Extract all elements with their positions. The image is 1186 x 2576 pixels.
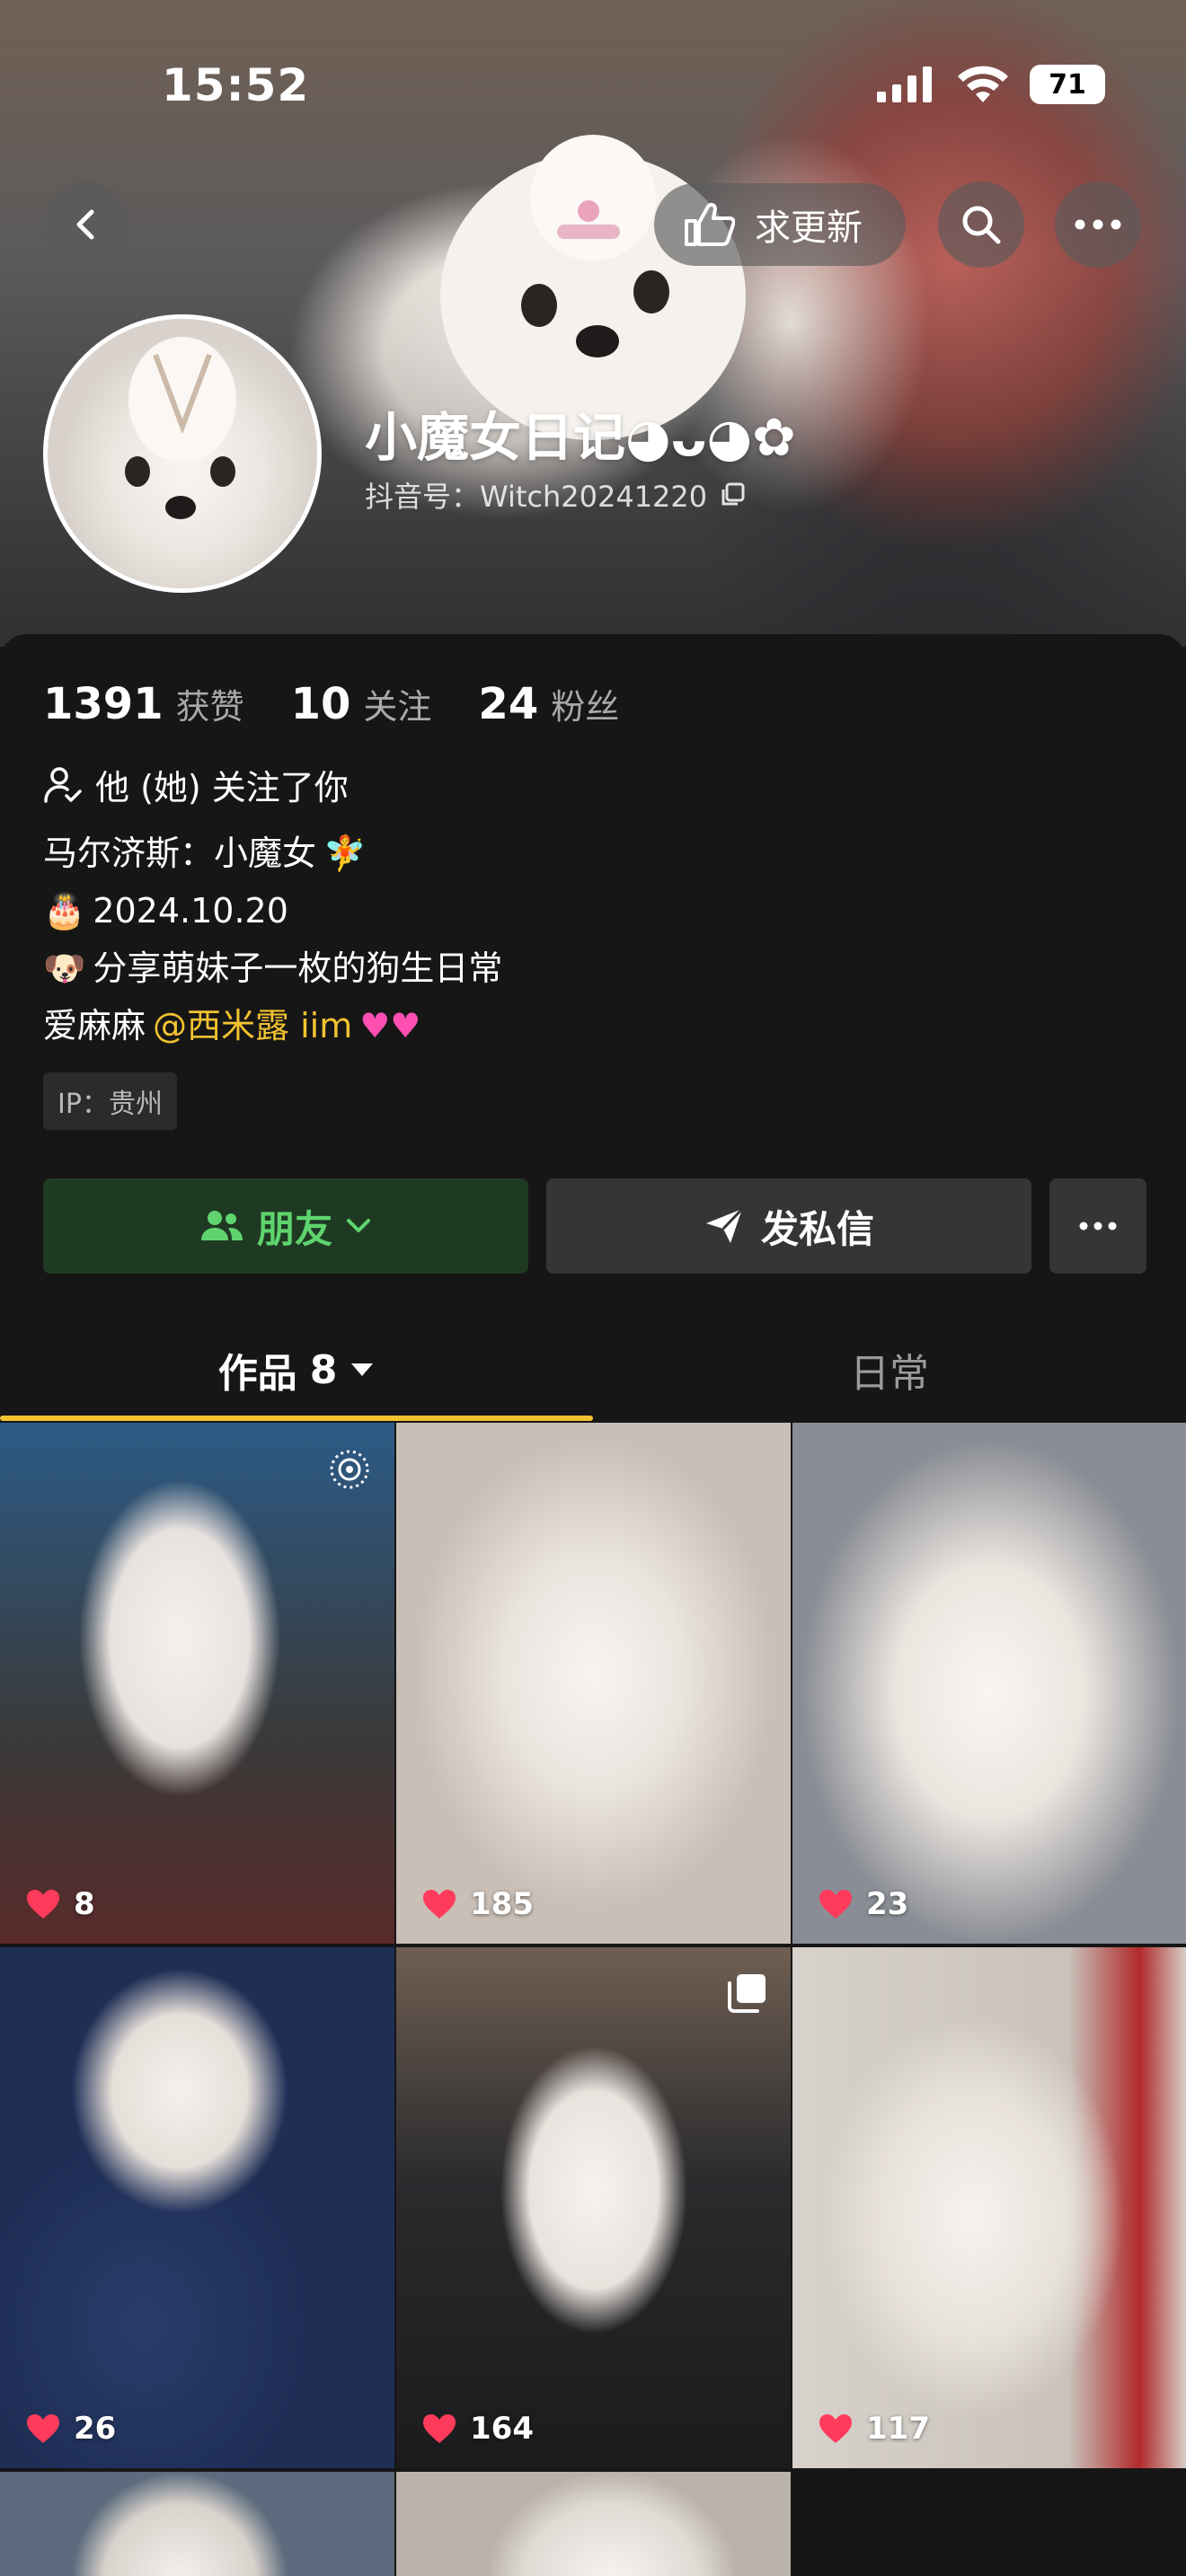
post-likes-count: 8 — [74, 1886, 95, 1922]
post-likes: 164 — [421, 2411, 534, 2447]
stat-likes-label: 获赞 — [175, 687, 244, 727]
chevron-down-icon — [347, 1219, 370, 1232]
bio-line-1: 马尔济斯：小魔女 🧚 — [43, 825, 502, 882]
post-thumbnail[interactable]: 23 — [792, 1423, 1186, 1944]
birthday-cake-emoji-icon: 🎂 — [43, 891, 86, 931]
person-check-icon — [44, 766, 82, 803]
heart-icon — [27, 1890, 59, 1919]
post-likes: 185 — [421, 1886, 534, 1922]
heart-icon — [423, 1890, 456, 1919]
more-options-button[interactable] — [1055, 181, 1141, 268]
post-likes-count: 26 — [74, 2411, 117, 2447]
post-likes-count: 164 — [470, 2411, 534, 2447]
status-time: 15:52 — [162, 59, 310, 111]
tab-daily[interactable]: 日常 — [593, 1317, 1186, 1423]
multi-image-icon — [728, 1974, 766, 2013]
post-thumbnail[interactable]: 185 — [396, 1423, 791, 1944]
tab-works-count: 8 — [309, 1346, 338, 1393]
profile-tabs: 作品 8 日常 — [0, 1317, 1186, 1423]
send-message-label: 发私信 — [760, 1206, 874, 1251]
heart-icon — [819, 2414, 852, 2443]
post-likes: 23 — [818, 1886, 908, 1922]
profile-actions: 朋友 发私信 — [43, 1178, 1146, 1274]
fairy-emoji-icon: 🧚 — [323, 834, 367, 873]
post-thumbnail[interactable]: 117 — [792, 1947, 1186, 2468]
follows-you-indicator: 他 (她) 关注了你 — [43, 760, 349, 809]
avatar-dog-image — [125, 337, 236, 519]
more-dots-icon — [1079, 1222, 1117, 1231]
back-button[interactable] — [43, 181, 129, 268]
post-likes-count: 185 — [470, 1886, 534, 1922]
heart-icon — [819, 1890, 852, 1919]
follows-you-text: 他 (她) 关注了你 — [95, 768, 349, 807]
friend-label: 朋友 — [256, 1206, 332, 1251]
profile-avatar[interactable] — [43, 314, 322, 593]
profile-sheet: 1391 获赞 10 关注 24 粉丝 他 (她) 关注了你 马尔济斯：小魔女 … — [0, 634, 1186, 2576]
paper-plane-icon — [705, 1207, 744, 1243]
search-button[interactable] — [938, 181, 1024, 268]
send-message-button[interactable]: 发私信 — [546, 1178, 1031, 1274]
pink-heart-emoji-icon: ♥♥ — [359, 1006, 421, 1045]
bio-breed: 马尔济斯：小魔女 — [43, 834, 317, 873]
post-thumbnail[interactable]: 164 — [396, 1947, 791, 2468]
profile-stats: 1391 获赞 10 关注 24 粉丝 — [43, 679, 619, 729]
status-icons: 71 — [877, 65, 1105, 104]
stat-likes[interactable]: 1391 获赞 — [43, 679, 244, 729]
friend-button[interactable]: 朋友 — [43, 1178, 528, 1274]
tab-works[interactable]: 作品 8 — [0, 1317, 593, 1423]
live-photo-icon — [330, 1450, 369, 1489]
ip-location-tag: IP：贵州 — [43, 1072, 177, 1130]
post-thumbnail[interactable] — [0, 2472, 394, 2576]
tab-works-label: 作品 — [217, 1351, 297, 1397]
profile-bio: 马尔济斯：小魔女 🧚 🎂 2024.10.20 🐶 分享萌妹子一枚的狗生日常 爱… — [43, 825, 502, 1054]
profile-nickname: 小魔女日记◕ᴗ◕✿ — [365, 407, 796, 468]
thumb-point-icon — [685, 202, 735, 246]
post-likes: 117 — [818, 2411, 930, 2447]
heart-icon — [27, 2414, 59, 2443]
post-likes-count: 117 — [866, 2411, 930, 2447]
bio-line-3: 🐶 分享萌妹子一枚的狗生日常 — [43, 940, 502, 997]
stat-following-count: 10 — [290, 679, 351, 729]
stat-following-label: 关注 — [363, 687, 432, 727]
post-likes-count: 23 — [866, 1886, 909, 1922]
search-icon — [962, 206, 1001, 244]
bio-birthday: 2024.10.20 — [93, 891, 288, 931]
copy-icon[interactable] — [720, 482, 745, 507]
post-thumbnail[interactable]: 8 — [0, 1423, 394, 1944]
stat-followers-label: 粉丝 — [551, 687, 620, 727]
stat-following[interactable]: 10 关注 — [291, 679, 432, 729]
post-likes: 8 — [25, 1886, 95, 1922]
active-tab-indicator — [0, 1416, 593, 1421]
posts-grid: 8 185 23 26 164 117 — [0, 1423, 1186, 2576]
chevron-left-icon — [76, 209, 94, 240]
stat-likes-count: 1391 — [43, 679, 164, 729]
empty-grid-slot — [792, 2472, 1186, 2576]
douyin-id-row: 抖音号：Witch20241220 — [365, 474, 745, 516]
stat-followers-count: 24 — [478, 679, 539, 729]
profile-more-button[interactable] — [1049, 1178, 1146, 1274]
douyin-id: 抖音号：Witch20241220 — [365, 480, 708, 514]
status-bar: 15:52 71 — [0, 0, 1186, 171]
request-update-label: 求更新 — [755, 207, 863, 249]
request-update-button[interactable]: 求更新 — [654, 183, 906, 266]
post-thumbnail[interactable] — [396, 2472, 791, 2576]
battery-indicator: 71 — [1030, 65, 1105, 104]
caret-down-icon — [351, 1363, 374, 1376]
stat-followers[interactable]: 24 粉丝 — [478, 679, 619, 729]
more-dots-icon — [1075, 219, 1121, 230]
owner-mention-link[interactable]: @西米露 iim — [153, 997, 352, 1054]
post-likes: 26 — [25, 2411, 116, 2447]
post-thumbnail[interactable]: 26 — [0, 1947, 394, 2468]
bio-owner-prefix: 爱麻麻 — [43, 1006, 146, 1045]
heart-icon — [423, 2414, 456, 2443]
wifi-icon — [958, 66, 1008, 102]
bio-line-4: 爱麻麻 @西米露 iim ♥♥ — [43, 997, 502, 1054]
bio-description: 分享萌妹子一枚的狗生日常 — [93, 948, 503, 988]
dog-face-emoji-icon: 🐶 — [43, 948, 86, 988]
signal-icon — [877, 66, 932, 102]
friends-icon — [200, 1211, 243, 1240]
bio-line-2: 🎂 2024.10.20 — [43, 882, 502, 940]
